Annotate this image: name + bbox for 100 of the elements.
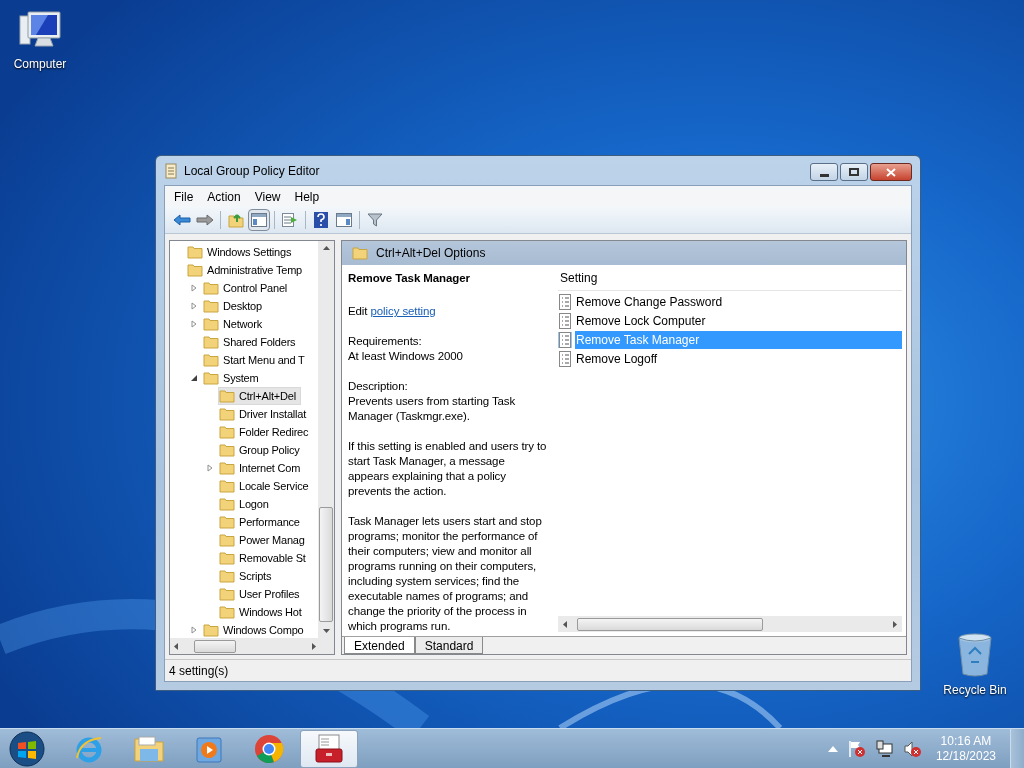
policy-list-icon: [558, 293, 572, 310]
tree-item[interactable]: Shared Folders: [202, 333, 301, 351]
view-tab[interactable]: Extended: [344, 637, 415, 654]
tree-item[interactable]: Control Panel: [202, 279, 293, 297]
tree-item[interactable]: Windows Settings: [186, 243, 297, 261]
list-arrow-icon: [282, 213, 298, 227]
tree-item[interactable]: Driver Installat: [218, 405, 312, 423]
tree-item[interactable]: Removable St: [218, 549, 311, 567]
description-text: Task Manager lets users start and stop programs; monitor the performance of their computers; view and monitor all programs running on their computers, including system services; find the executable names of programs; and change the priority of the process in which programs run.: [348, 514, 543, 634]
description-text: Prevents users from starting Task Manager (Taskmgr.exe).: [348, 394, 517, 424]
horizontal-scrollbar[interactable]: [170, 638, 334, 654]
policy-setting-link[interactable]: policy setting: [370, 305, 436, 317]
show-tree-button[interactable]: [248, 209, 270, 231]
network-warning-icon[interactable]: [875, 739, 894, 758]
tree-item[interactable]: Start Menu and T: [202, 351, 310, 369]
back-arrow-icon: [173, 214, 191, 226]
vertical-scrollbar[interactable]: [318, 241, 334, 638]
folder-icon: [219, 479, 235, 493]
policy-list-icon: [558, 331, 572, 348]
scroll-up-arrow-icon[interactable]: [322, 245, 330, 252]
setting-row[interactable]: Remove Logoff: [575, 349, 902, 368]
help-icon: [314, 212, 328, 228]
folder-icon: [203, 317, 219, 331]
folder-icon: [219, 497, 235, 511]
tree-item[interactable]: Windows Hot: [218, 603, 307, 621]
show-hidden-icons-icon[interactable]: [827, 745, 838, 752]
tree-item[interactable]: Performance: [218, 513, 305, 531]
pane-icon: [251, 213, 267, 227]
tree-item[interactable]: Network: [202, 315, 267, 333]
forward-arrow-icon: [196, 214, 214, 226]
expand-arrow-icon[interactable]: [190, 626, 198, 634]
desktop-icon-label[interactable]: Recycle Bin: [943, 681, 1007, 699]
expand-arrow-icon[interactable]: [190, 302, 198, 310]
toolbox-icon: [313, 733, 345, 764]
folder-icon: [187, 245, 203, 259]
folder-icon: [203, 371, 219, 385]
expand-arrow-icon[interactable]: [190, 284, 198, 292]
tree-item[interactable]: Desktop: [202, 297, 267, 315]
view-tab[interactable]: Standard: [414, 637, 484, 654]
collapse-arrow-icon[interactable]: [190, 374, 198, 382]
edit-line: Edit policy setting: [348, 304, 437, 319]
tree-item[interactable]: Scripts: [218, 567, 277, 585]
minimize-button[interactable]: [810, 163, 838, 181]
desktop-icon-label[interactable]: Computer: [13, 55, 67, 73]
scroll-right-arrow-icon[interactable]: [891, 620, 898, 628]
setting-row[interactable]: Remove Change Password: [575, 292, 902, 311]
speaker-muted-icon[interactable]: [903, 739, 922, 758]
folder-icon: [203, 299, 219, 313]
tree-item[interactable]: Locale Service: [218, 477, 314, 495]
folder-icon: [219, 443, 235, 457]
folder-icon: [133, 734, 165, 763]
expand-arrow-icon[interactable]: [206, 464, 214, 472]
menu-item[interactable]: Action: [200, 187, 248, 206]
scroll-down-arrow-icon[interactable]: [322, 627, 330, 634]
tree-item[interactable]: Group Policy: [218, 441, 305, 459]
flag-warning-icon[interactable]: [847, 739, 866, 758]
taskbar-app[interactable]: [300, 729, 358, 768]
folder-icon: [203, 281, 219, 295]
folder-icon: [219, 407, 235, 421]
folder-icon: [352, 246, 368, 260]
folder-icon: [219, 533, 235, 547]
tree-item[interactable]: Folder Redirec: [218, 423, 314, 441]
tree-item[interactable]: System: [202, 369, 264, 387]
expand-arrow-icon[interactable]: [190, 320, 198, 328]
description-text: If this setting is enabled and users try to start Task Manager, a message appears explaining that a policy prevents the action.: [348, 439, 548, 499]
folder-icon: [219, 425, 235, 439]
horizontal-scrollbar[interactable]: [558, 616, 902, 632]
description-label: Description:: [348, 379, 409, 394]
folder-icon: [219, 389, 235, 403]
folder-icon: [187, 263, 203, 277]
folder-icon: [203, 353, 219, 367]
folder-icon: [219, 569, 235, 583]
chrome-logo-icon: [254, 733, 284, 764]
tree-item[interactable]: Administrative Temp: [186, 261, 308, 279]
recycle-bin-icon: [957, 632, 993, 678]
tree-item[interactable]: User Profiles: [218, 585, 305, 603]
window-title: Local Group Policy Editor: [184, 162, 320, 180]
tree-item[interactable]: Windows Compo: [202, 621, 309, 638]
pane-title: Ctrl+Alt+Del Options: [376, 245, 486, 262]
scroll-left-arrow-icon[interactable]: [562, 620, 569, 628]
setting-row[interactable]: Remove Lock Computer: [575, 311, 902, 330]
tree-item[interactable]: Ctrl+Alt+Del: [218, 387, 301, 405]
setting-heading: Remove Task Manager: [348, 271, 471, 286]
folder-icon: [219, 461, 235, 475]
tree-item[interactable]: Logon: [218, 495, 274, 513]
folder-icon: [219, 515, 235, 529]
folder-icon: [219, 587, 235, 601]
scroll-right-arrow-icon[interactable]: [310, 642, 317, 650]
menu-item[interactable]: File: [167, 187, 201, 206]
maximize-button[interactable]: [840, 163, 868, 181]
policy-list-icon: [558, 350, 572, 367]
menu-item[interactable]: View: [247, 187, 288, 206]
requirements-label: Requirements:: [348, 334, 423, 349]
tree-item[interactable]: Power Manag: [218, 531, 310, 549]
tree-item[interactable]: Internet Com: [218, 459, 306, 477]
column-header[interactable]: Setting: [558, 269, 600, 290]
filter-icon: [367, 212, 383, 228]
menu-item[interactable]: Help: [287, 187, 327, 206]
scroll-left-arrow-icon[interactable]: [173, 642, 180, 650]
close-button[interactable]: [870, 163, 912, 181]
